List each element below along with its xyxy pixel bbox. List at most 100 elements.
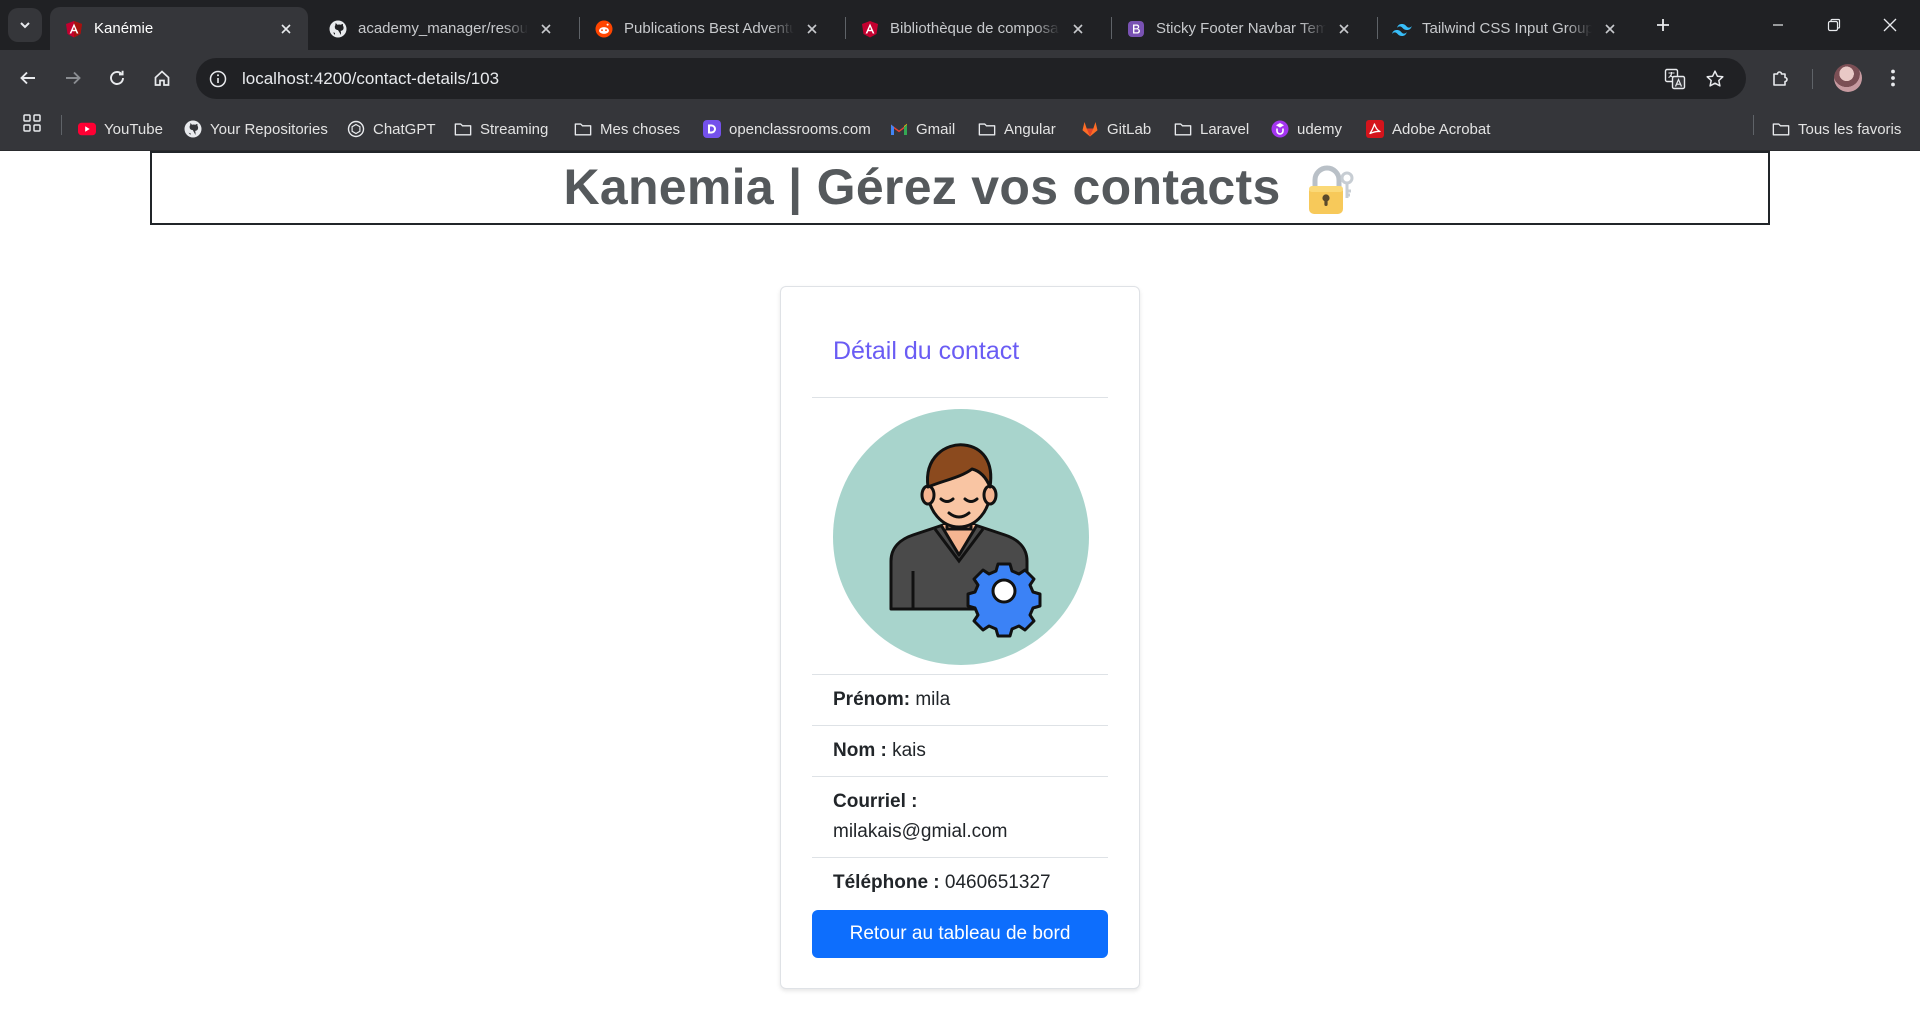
- home-button[interactable]: [145, 61, 179, 95]
- apps-grid-icon[interactable]: [22, 113, 42, 133]
- last-name-value: kais: [892, 740, 926, 761]
- restore-button[interactable]: [1806, 0, 1862, 50]
- tab-search-button[interactable]: [8, 8, 42, 42]
- browser-menu-button[interactable]: [1876, 61, 1910, 95]
- bookmark-label: Tous les favoris: [1798, 120, 1902, 138]
- bookmark-angular[interactable]: Angular: [978, 118, 1056, 140]
- angular-icon: [860, 19, 880, 39]
- close-icon[interactable]: [1600, 19, 1620, 39]
- minimize-icon: [1773, 24, 1783, 26]
- email-field: Courriel : milakais@gmial.com: [833, 787, 1103, 847]
- youtube-icon: [78, 120, 96, 138]
- site-info-button[interactable]: [206, 67, 230, 91]
- tab-sticky-footer[interactable]: Sticky Footer Navbar Template: [1112, 7, 1366, 50]
- bookmarks-separator: [61, 115, 62, 135]
- tab-title: Sticky Footer Navbar Template: [1156, 20, 1326, 37]
- reload-icon: [110, 70, 124, 85]
- phone-value: 0460651327: [944, 872, 1051, 893]
- close-icon[interactable]: [1068, 19, 1088, 39]
- first-name-label: Prénom:: [833, 689, 911, 710]
- address-bar[interactable]: localhost:4200/contact-details/103: [196, 58, 1746, 99]
- app-title: Kanemia | Gérez vos contacts: [563, 158, 1356, 218]
- page-viewport: Kanemia | Gérez vos contacts Détail du c…: [0, 151, 1920, 1020]
- minimize-button[interactable]: [1750, 0, 1806, 50]
- translate-button[interactable]: [1662, 66, 1688, 92]
- plus-icon: [1657, 19, 1669, 31]
- reddit-icon: [594, 19, 614, 39]
- bookmark-label: Gmail: [916, 120, 956, 138]
- close-icon: [1883, 18, 1897, 32]
- tab-kanemie[interactable]: Kanémie: [50, 7, 308, 50]
- openclassrooms-icon: [703, 120, 721, 138]
- tab-title: Bibliothèque de composants: [890, 20, 1060, 37]
- github-icon: [328, 19, 348, 39]
- back-to-dashboard-button[interactable]: Retour au tableau de bord: [812, 910, 1108, 958]
- divider: [812, 674, 1108, 675]
- tab-title: academy_manager/resources: [358, 20, 528, 37]
- bookmark-your-repositories[interactable]: Your Repositories: [184, 118, 328, 140]
- bookmark-label: Streaming: [480, 120, 549, 138]
- tab-title: Publications Best Adventures: [624, 20, 794, 37]
- phone-field: Téléphone : 0460651327: [833, 868, 1103, 898]
- app-title-text: Kanemia | Gérez vos contacts: [563, 159, 1281, 216]
- arrow-right-icon: [66, 71, 81, 85]
- bookmark-label: YouTube: [104, 120, 163, 138]
- bookmark-label: Angular: [1004, 120, 1056, 138]
- close-icon[interactable]: [276, 19, 296, 39]
- url-text[interactable]: localhost:4200/contact-details/103: [242, 69, 499, 89]
- close-icon[interactable]: [1334, 19, 1354, 39]
- bookmark-streaming[interactable]: Streaming: [454, 118, 548, 140]
- bookmark-chatgpt[interactable]: ChatGPT: [347, 118, 436, 140]
- bookmark-youtube[interactable]: YouTube: [78, 118, 163, 140]
- bookmark-gitlab[interactable]: GitLab: [1081, 118, 1151, 140]
- bookmark-udemy[interactable]: udemy: [1271, 118, 1342, 140]
- folder-icon: [1772, 120, 1790, 138]
- toolbar-separator: [1812, 69, 1813, 89]
- bookmark-label: udemy: [1297, 120, 1343, 138]
- tab-publications[interactable]: Publications Best Adventures: [580, 7, 834, 50]
- gitlab-icon: [1081, 120, 1099, 138]
- arrow-left-icon: [20, 71, 35, 85]
- close-icon[interactable]: [536, 19, 556, 39]
- forward-button[interactable]: [56, 61, 90, 95]
- profile-avatar[interactable]: [1834, 64, 1862, 92]
- phone-label: Téléphone :: [833, 872, 940, 893]
- udemy-icon: [1271, 120, 1289, 138]
- info-icon: [209, 70, 227, 88]
- folder-icon: [1174, 120, 1192, 138]
- first-name-value: mila: [915, 689, 951, 710]
- divider: [812, 397, 1108, 398]
- close-icon[interactable]: [802, 19, 822, 39]
- bookmark-star-button[interactable]: [1702, 66, 1728, 92]
- tab-tailwind[interactable]: Tailwind CSS Input Groups: [1378, 7, 1632, 50]
- bookmark-label: GitLab: [1107, 120, 1152, 138]
- home-icon: [154, 70, 170, 86]
- bookmark-adobe-acrobat[interactable]: Adobe Acrobat: [1366, 118, 1490, 140]
- bookmark-label: ChatGPT: [373, 120, 436, 138]
- reload-button[interactable]: [100, 61, 134, 95]
- tailwind-icon: [1392, 19, 1412, 39]
- close-window-button[interactable]: [1862, 0, 1918, 50]
- puzzle-icon: [1773, 71, 1788, 86]
- tab-bibliotheque[interactable]: Bibliothèque de composants: [846, 7, 1100, 50]
- angular-icon: [64, 19, 84, 39]
- bootstrap-icon: [1126, 19, 1146, 39]
- restore-icon: [1827, 18, 1841, 32]
- bookmark-openclassrooms[interactable]: openclassrooms.com: [703, 118, 871, 140]
- bookmark-laravel[interactable]: Laravel: [1174, 118, 1249, 140]
- extensions-button[interactable]: [1764, 61, 1798, 95]
- back-button[interactable]: [11, 61, 45, 95]
- app-header: Kanemia | Gérez vos contacts: [150, 151, 1770, 225]
- bookmark-mes-choses[interactable]: Mes choses: [574, 118, 680, 140]
- all-bookmarks-folder[interactable]: Tous les favoris: [1772, 118, 1901, 140]
- first-name-field: Prénom: mila: [833, 685, 1103, 715]
- bookmark-label: openclassrooms.com: [729, 120, 871, 138]
- divider: [812, 857, 1108, 858]
- bookmark-gmail[interactable]: Gmail: [890, 118, 955, 140]
- tab-academy-manager[interactable]: academy_manager/resources: [314, 7, 568, 50]
- browser-toolbar: localhost:4200/contact-details/103: [0, 50, 1920, 107]
- card-title: Détail du contact: [833, 337, 1020, 365]
- bookmark-label: Laravel: [1200, 120, 1250, 138]
- new-tab-button[interactable]: [1650, 12, 1676, 38]
- divider: [812, 725, 1108, 726]
